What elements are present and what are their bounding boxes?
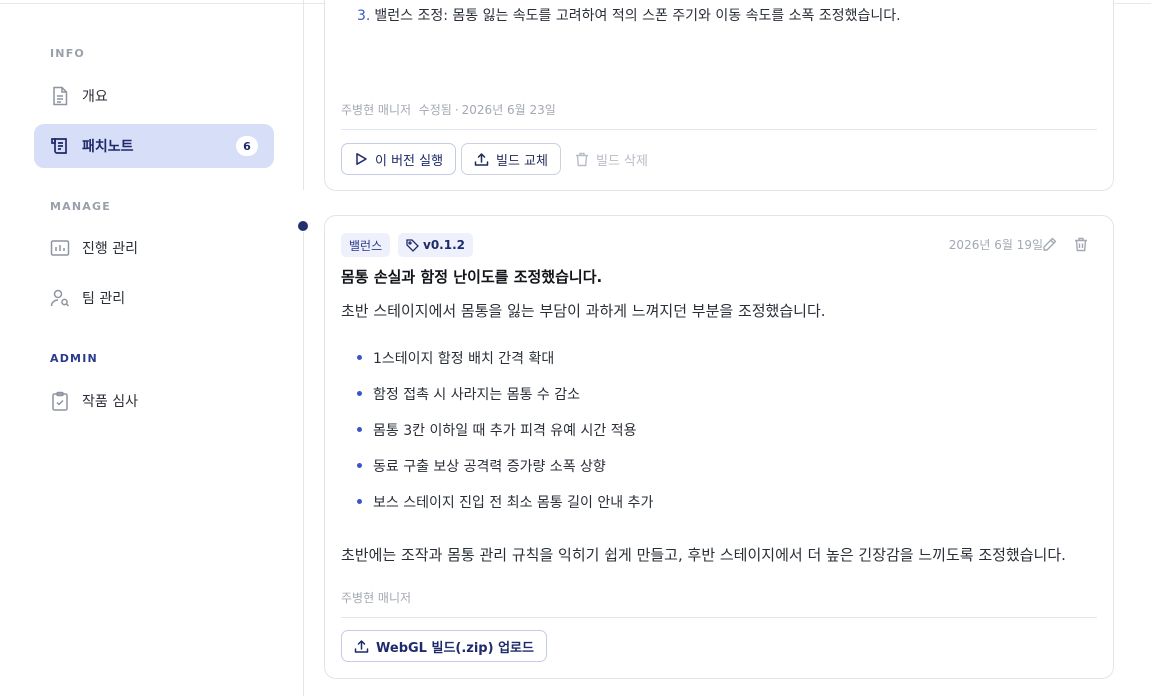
sidebar-item-label: 작품 심사 xyxy=(82,394,138,410)
trash-icon xyxy=(575,152,589,167)
document-icon xyxy=(50,86,70,106)
author: 주병현 매니저 xyxy=(341,103,412,117)
count-badge: 6 xyxy=(236,136,258,156)
list-item-text: 1스테이지 함정 배치 간격 확대 xyxy=(373,351,555,367)
patch-notes-icon xyxy=(50,136,70,156)
section-label-manage: MANAGE xyxy=(50,200,111,213)
sidebar-item-label: 진행 관리 xyxy=(82,241,138,257)
list-item: 3. 밸런스 조정: 몸통 잃는 속도를 고려하여 적의 스폰 주기와 이동 속도… xyxy=(357,5,901,25)
sidebar-item-team[interactable]: 팀 관리 xyxy=(34,276,274,320)
section-label-admin: ADMIN xyxy=(50,352,98,365)
note-title: 몸통 손실과 함정 난이도를 조정했습니다. xyxy=(341,268,603,286)
author: 주병현 매니저 xyxy=(341,591,412,605)
sidebar-item-review[interactable]: 작품 심사 xyxy=(34,379,274,423)
sidebar-item-label: 개요 xyxy=(82,89,108,105)
button-label: 이 버전 실행 xyxy=(375,153,444,169)
sidebar-item-patch-notes[interactable]: 패치노트 6 xyxy=(34,124,274,168)
list-number: 3. xyxy=(357,8,371,24)
trash-icon[interactable] xyxy=(1073,236,1089,252)
divider xyxy=(341,129,1097,130)
note-meta: 주병현 매니저 수정됨 · 2026년 6월 23일 xyxy=(341,101,556,118)
upload-icon xyxy=(474,152,489,167)
list-item-text: 동료 구출 보상 공격력 증가량 소폭 상향 xyxy=(373,459,606,475)
edited-label: 수정됨 xyxy=(418,103,452,117)
divider xyxy=(341,617,1097,618)
list-item: 1스테이지 함정 배치 간격 확대 xyxy=(357,348,653,384)
patch-note-card-previous: 3. 밸런스 조정: 몸통 잃는 속도를 고려하여 적의 스폰 주기와 이동 속도… xyxy=(324,0,1114,191)
list-item: 보스 스테이지 진입 전 최소 몸통 길이 안내 추가 xyxy=(357,492,653,528)
tag-icon xyxy=(406,238,419,252)
run-version-button[interactable]: 이 버전 실행 xyxy=(341,143,457,175)
replace-build-button[interactable]: 빌드 교체 xyxy=(461,143,561,175)
button-label: WebGL 빌드(.zip) 업로드 xyxy=(376,640,534,656)
sidebar-item-label: 팀 관리 xyxy=(82,291,126,307)
sidebar-item-overview[interactable]: 개요 xyxy=(34,74,274,118)
delete-build-button[interactable]: 빌드 삭제 xyxy=(575,143,660,175)
progress-chart-icon xyxy=(50,238,70,258)
note-outro: 초반에는 조작과 몸통 관리 규칙을 익히기 쉽게 만들고, 후반 스테이지에서… xyxy=(341,546,1066,564)
sidebar-item-label: 패치노트 xyxy=(82,139,134,155)
button-label: 빌드 교체 xyxy=(496,153,548,169)
list-item: 동료 구출 보상 공격력 증가량 소폭 상향 xyxy=(357,456,653,492)
list-item-text: 밸런스 조정: 몸통 잃는 속도를 고려하여 적의 스폰 주기와 이동 속도를 … xyxy=(374,8,901,24)
timeline-line xyxy=(303,0,304,190)
version-label: v0.1.2 xyxy=(423,238,465,252)
note-date: 2026년 6월 19일 xyxy=(948,238,1043,252)
patch-note-card: 밸런스 v0.1.2 2026년 6월 19일 몸통 손실과 함정 난이도를 조… xyxy=(324,215,1114,679)
list-item-text: 몸통 3칸 이하일 때 추가 피격 유예 시간 적용 xyxy=(373,423,637,439)
change-list: 1스테이지 함정 배치 간격 확대 함정 접촉 시 사라지는 몸통 수 감소 몸… xyxy=(357,348,653,528)
list-item-text: 함정 접촉 시 사라지는 몸통 수 감소 xyxy=(373,387,581,403)
play-icon xyxy=(354,152,368,166)
upload-webgl-build-button[interactable]: WebGL 빌드(.zip) 업로드 xyxy=(341,630,547,662)
bullet-dot xyxy=(357,427,362,432)
edited-date: 2026년 6월 23일 xyxy=(461,103,556,117)
upload-icon xyxy=(354,639,369,654)
edit-icon[interactable] xyxy=(1041,236,1057,252)
bullet-dot xyxy=(357,391,362,396)
meta-separator: · xyxy=(454,103,459,117)
list-item: 함정 접촉 시 사라지는 몸통 수 감소 xyxy=(357,384,653,420)
list-item-text: 보스 스테이지 진입 전 최소 몸통 길이 안내 추가 xyxy=(373,495,654,511)
team-user-icon xyxy=(50,288,70,308)
bullet-dot xyxy=(357,463,362,468)
version-tag: v0.1.2 xyxy=(398,233,473,257)
timeline-dot xyxy=(298,221,308,231)
sidebar: INFO 개요 패치노트 6 MANAGE 진행 관리 팀 관리 ADMIN 작… xyxy=(0,0,290,696)
bullet-dot xyxy=(357,355,362,360)
sidebar-item-progress[interactable]: 진행 관리 xyxy=(34,226,274,270)
category-tag: 밸런스 xyxy=(341,233,391,257)
timeline-line xyxy=(303,232,304,696)
bullet-dot xyxy=(357,499,362,504)
button-label: 빌드 삭제 xyxy=(596,153,648,169)
clipboard-check-icon xyxy=(50,391,70,411)
section-label-info: INFO xyxy=(50,47,85,60)
list-item: 몸통 3칸 이하일 때 추가 피격 유예 시간 적용 xyxy=(357,420,653,456)
note-intro: 초반 스테이지에서 몸통을 잃는 부담이 과하게 느껴지던 부분을 조정했습니다… xyxy=(341,302,826,320)
